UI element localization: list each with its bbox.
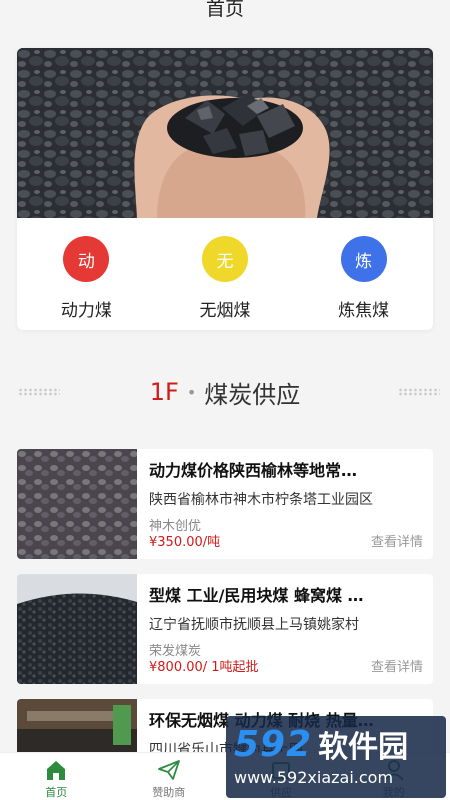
view-details-link[interactable]: 查看详情 [371, 656, 423, 675]
category-label: 动力煤 [60, 301, 112, 321]
product-info: 型煤 工业/民用块煤 蜂窝煤 … 辽宁省抚顺市抚顺县上马镇姚家村 荣发煤炭 ¥8… [137, 574, 433, 684]
product-name: 型煤 工业/民用块煤 蜂窝煤 … [149, 586, 364, 605]
product-address: 陕西省榆林市神木市柠条塔工业园区 [149, 492, 373, 508]
tab-label: 首页 [45, 786, 68, 799]
paper-plane-icon [157, 760, 180, 780]
coal-hands-illustration [17, 48, 433, 218]
view-details-link[interactable]: 查看详情 [371, 531, 423, 550]
product-thumbnail [17, 449, 137, 559]
category-icon: 无 [201, 236, 248, 282]
category-lianjiao[interactable]: 炼 炼焦煤 [304, 236, 424, 321]
product-name: 动力煤价格陕西榆林等地常… [149, 461, 358, 480]
category-icon: 炼 [340, 236, 387, 282]
section-header: 1F • 煤炭供应 [0, 370, 450, 414]
decor-dots-left [18, 388, 60, 396]
section-separator: • [186, 382, 197, 402]
tab-label: 赞助商 [152, 786, 186, 799]
product-thumbnail [17, 574, 137, 684]
list-item[interactable]: 型煤 工业/民用块煤 蜂窝煤 … 辽宁省抚顺市抚顺县上马镇姚家村 荣发煤炭 ¥8… [17, 574, 433, 684]
section-floor: 1F [149, 378, 179, 406]
watermark-name: 软件园 [318, 730, 409, 765]
list-item[interactable]: 动力煤价格陕西榆林等地常… 陕西省榆林市神木市柠条塔工业园区 神木创优 ¥350… [17, 449, 433, 559]
decor-dots-right [398, 388, 440, 396]
product-price: ¥800.00/ 1吨起批 [149, 660, 259, 675]
product-price: ¥350.00/吨 [149, 535, 221, 550]
category-row: 动 动力煤 无 无烟煤 炼 炼焦煤 [17, 218, 433, 321]
banner-card: 动 动力煤 无 无烟煤 炼 炼焦煤 [17, 48, 433, 330]
section-title: 煤炭供应 [204, 380, 301, 409]
product-info: 动力煤价格陕西榆林等地常… 陕西省榆林市神木市柠条塔工业园区 神木创优 ¥350… [137, 449, 433, 559]
category-dongli[interactable]: 动 动力煤 [26, 236, 146, 321]
tab-home[interactable]: 首页 [0, 753, 113, 800]
product-address: 辽宁省抚顺市抚顺县上马镇姚家村 [149, 617, 359, 633]
category-icon: 动 [63, 236, 110, 282]
page-title: 首页 [205, 0, 244, 20]
tab-sponsor[interactable]: 赞助商 [113, 753, 226, 800]
category-wuyan[interactable]: 无 无烟煤 [165, 236, 285, 321]
category-label: 无烟煤 [199, 301, 251, 321]
home-icon [47, 761, 66, 780]
top-bar: 首页 [0, 0, 450, 34]
category-label: 炼焦煤 [338, 301, 390, 321]
watermark-url: www.592xiazai.com [234, 768, 394, 787]
banner-image[interactable] [17, 48, 433, 218]
site-watermark: 592 软件园 www.592xiazai.com [226, 716, 446, 798]
watermark-number: 592 [234, 723, 313, 765]
